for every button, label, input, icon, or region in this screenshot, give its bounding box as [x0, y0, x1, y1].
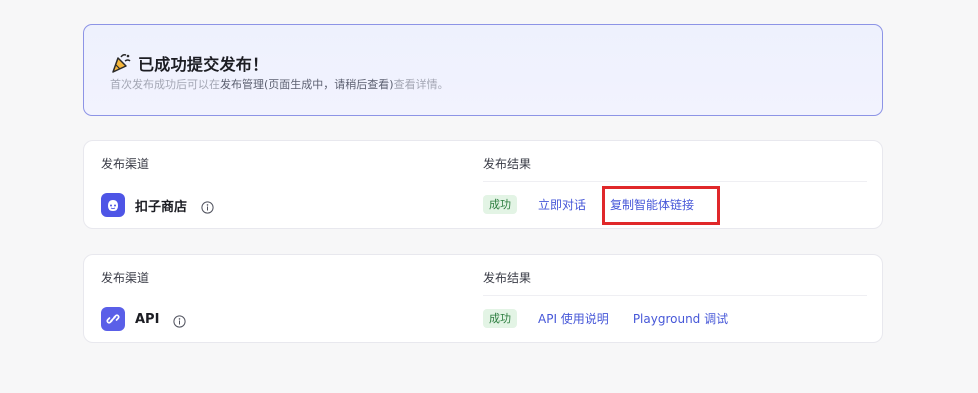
api-link-icon [101, 307, 125, 331]
banner-description: 首次发布成功后可以在发布管理(页面生成中，请稍后查看)查看详情。 [110, 76, 449, 92]
highlight-annotation-box [602, 186, 720, 225]
header-divider [483, 295, 867, 296]
column-header-channel: 发布渠道 [101, 271, 150, 285]
channel-name: 扣子商店 [135, 199, 188, 215]
success-banner: 已成功提交发布！ 首次发布成功后可以在发布管理(页面生成中，请稍后查看)查看详情… [83, 24, 883, 116]
channel-cell: API [101, 307, 187, 331]
api-docs-link[interactable]: API 使用说明 [538, 310, 609, 327]
banner-title-row: 已成功提交发布！ [110, 51, 268, 75]
channel-card-store: 发布渠道 发布结果 扣子商店 成功 立即对话 复制智能体链接 [83, 140, 883, 229]
header-divider [483, 181, 867, 182]
publish-management-link[interactable]: 发布管理(页面生成中，请稍后查看) [220, 78, 394, 91]
chat-now-link[interactable]: 立即对话 [538, 196, 586, 213]
store-robot-icon [101, 193, 125, 217]
banner-title: 已成功提交发布！ [138, 55, 269, 74]
info-icon[interactable] [201, 199, 214, 214]
banner-desc-suffix: 查看详情。 [393, 78, 449, 91]
status-badge: 成功 [483, 309, 517, 328]
info-icon[interactable] [173, 313, 187, 328]
column-header-result: 发布结果 [483, 271, 532, 285]
status-badge: 成功 [483, 195, 517, 214]
playground-debug-link[interactable]: Playground 调试 [633, 310, 728, 327]
party-popper-icon [110, 52, 132, 74]
result-cell: 成功 API 使用说明 Playground 调试 [483, 309, 728, 328]
channel-name: API [135, 311, 160, 327]
column-header-result: 发布结果 [483, 157, 532, 171]
channel-cell: 扣子商店 [101, 193, 214, 217]
channel-card-api: 发布渠道 发布结果 API 成功 API 使用说明 Playground 调试 [83, 254, 883, 343]
column-header-channel: 发布渠道 [101, 157, 150, 171]
banner-desc-prefix: 首次发布成功后可以在 [110, 78, 220, 91]
publish-result-page: 已成功提交发布！ 首次发布成功后可以在发布管理(页面生成中，请稍后查看)查看详情… [0, 0, 978, 393]
